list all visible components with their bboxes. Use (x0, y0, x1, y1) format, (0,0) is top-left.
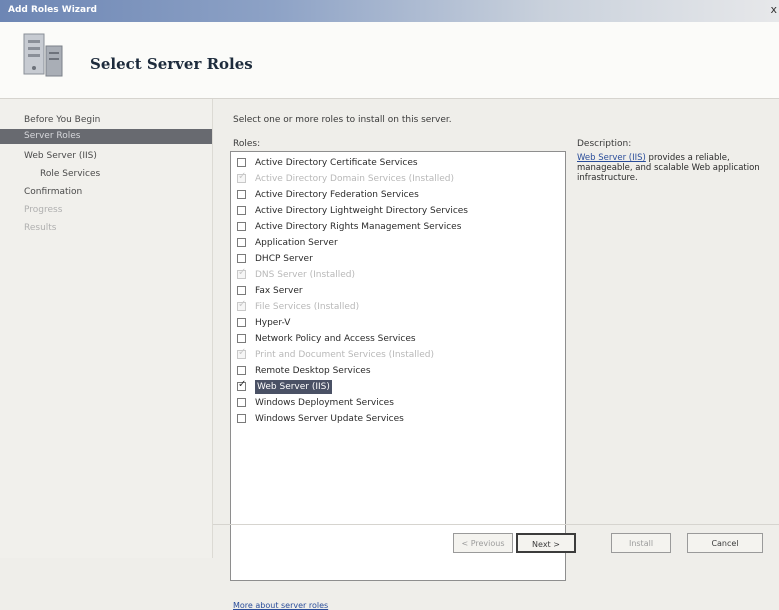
role-label: Active Directory Federation Services (255, 190, 419, 200)
role-label: DNS Server (Installed) (255, 270, 355, 280)
role-item: ✓ Active Directory Domain Services (Inst… (237, 172, 557, 188)
role-checkbox[interactable] (237, 286, 246, 295)
role-label: Active Directory Domain Services (Instal… (255, 174, 455, 184)
role-item[interactable]: Active Directory Rights Management Servi… (237, 220, 557, 236)
role-label: Hyper-V (255, 318, 291, 328)
roles-label: Roles: (233, 139, 261, 149)
role-checkbox: ✓ (237, 171, 247, 183)
roles-list[interactable]: Active Directory Certificate Services ✓ … (230, 151, 566, 581)
nav-step-confirmation[interactable]: Confirmation (0, 185, 212, 200)
role-item[interactable]: Windows Server Update Services (237, 412, 557, 428)
role-item: ✓ Print and Document Services (Installed… (237, 348, 557, 364)
description-text: Web Server (IIS) provides a reliable, ma… (577, 153, 773, 183)
role-checkbox[interactable] (237, 414, 246, 423)
role-item-web-server[interactable]: ✓ Web Server (IIS) (237, 380, 557, 396)
role-label: Windows Deployment Services (255, 398, 394, 408)
role-checkbox: ✓ (237, 299, 247, 311)
role-checkbox[interactable] (237, 238, 246, 247)
role-label: Network Policy and Access Services (255, 334, 416, 344)
role-item[interactable]: Remote Desktop Services (237, 364, 557, 380)
role-label: Active Directory Certificate Services (255, 158, 418, 168)
role-label: Active Directory Rights Management Servi… (255, 222, 462, 232)
role-item[interactable]: Active Directory Lightweight Directory S… (237, 204, 557, 220)
role-item[interactable]: Windows Deployment Services (237, 396, 557, 412)
check-icon: ✓ (238, 171, 247, 182)
check-icon: ✓ (238, 299, 247, 310)
description-link[interactable]: Web Server (IIS) (577, 153, 646, 163)
more-about-roles-link[interactable]: More about server roles (233, 601, 328, 610)
role-checkbox[interactable] (237, 366, 246, 375)
role-checkbox[interactable] (237, 206, 246, 215)
close-icon[interactable]: x (770, 3, 777, 16)
role-checkbox[interactable]: ✓ (237, 379, 247, 391)
wizard-steps-nav: Before You Begin Server Roles Web Server… (0, 99, 213, 558)
button-bar: < Previous Next > Install Cancel (213, 524, 779, 559)
role-checkbox[interactable] (237, 254, 246, 263)
previous-button[interactable]: < Previous (453, 533, 513, 553)
role-item[interactable]: Hyper-V (237, 316, 557, 332)
instruction-text: Select one or more roles to install on t… (233, 115, 452, 125)
window-title: Add Roles Wizard (8, 5, 97, 15)
nav-step-progress: Progress (24, 205, 63, 215)
check-icon: ✓ (238, 379, 247, 390)
role-label: Remote Desktop Services (255, 366, 371, 376)
role-item[interactable]: DHCP Server (237, 252, 557, 268)
role-checkbox[interactable] (237, 222, 246, 231)
nav-step-web-server[interactable]: Web Server (IIS) (0, 149, 212, 164)
role-checkbox[interactable] (237, 190, 246, 199)
description-label: Description: (577, 139, 632, 149)
role-label: Web Server (IIS) (255, 380, 332, 394)
nav-step-role-services[interactable]: Role Services (0, 167, 212, 182)
nav-step-before-you-begin[interactable]: Before You Begin (0, 113, 212, 128)
role-checkbox[interactable] (237, 158, 246, 167)
role-checkbox[interactable] (237, 318, 246, 327)
role-item: ✓ DNS Server (Installed) (237, 268, 557, 284)
role-label: DHCP Server (255, 254, 313, 264)
role-checkbox: ✓ (237, 347, 247, 359)
server-roles-icon (20, 28, 68, 84)
role-label: Windows Server Update Services (255, 414, 404, 424)
check-icon: ✓ (238, 267, 247, 278)
nav-step-results: Results (24, 223, 57, 233)
role-label: Fax Server (255, 286, 303, 296)
title-bar: Add Roles Wizard x (0, 0, 779, 22)
role-item[interactable]: Network Policy and Access Services (237, 332, 557, 348)
role-label: File Services (Installed) (255, 302, 360, 312)
role-checkbox: ✓ (237, 267, 247, 279)
role-checkbox[interactable] (237, 334, 246, 343)
role-item[interactable]: Active Directory Certificate Services (237, 156, 557, 172)
check-icon: ✓ (238, 347, 247, 358)
main-content: Select one or more roles to install on t… (213, 99, 779, 610)
page-title: Select Server Roles (90, 55, 253, 73)
wizard-header: Select Server Roles (0, 22, 779, 99)
role-item[interactable]: Application Server (237, 236, 557, 252)
role-label: Print and Document Services (Installed) (255, 350, 435, 360)
install-button[interactable]: Install (611, 533, 671, 553)
role-item[interactable]: Active Directory Federation Services (237, 188, 557, 204)
role-checkbox[interactable] (237, 398, 246, 407)
role-label: Active Directory Lightweight Directory S… (255, 206, 468, 216)
role-label: Application Server (255, 238, 338, 248)
role-item: ✓ File Services (Installed) (237, 300, 557, 316)
role-item[interactable]: Fax Server (237, 284, 557, 300)
next-button[interactable]: Next > (516, 533, 576, 553)
cancel-button[interactable]: Cancel (687, 533, 763, 553)
nav-step-server-roles[interactable]: Server Roles (0, 129, 212, 144)
